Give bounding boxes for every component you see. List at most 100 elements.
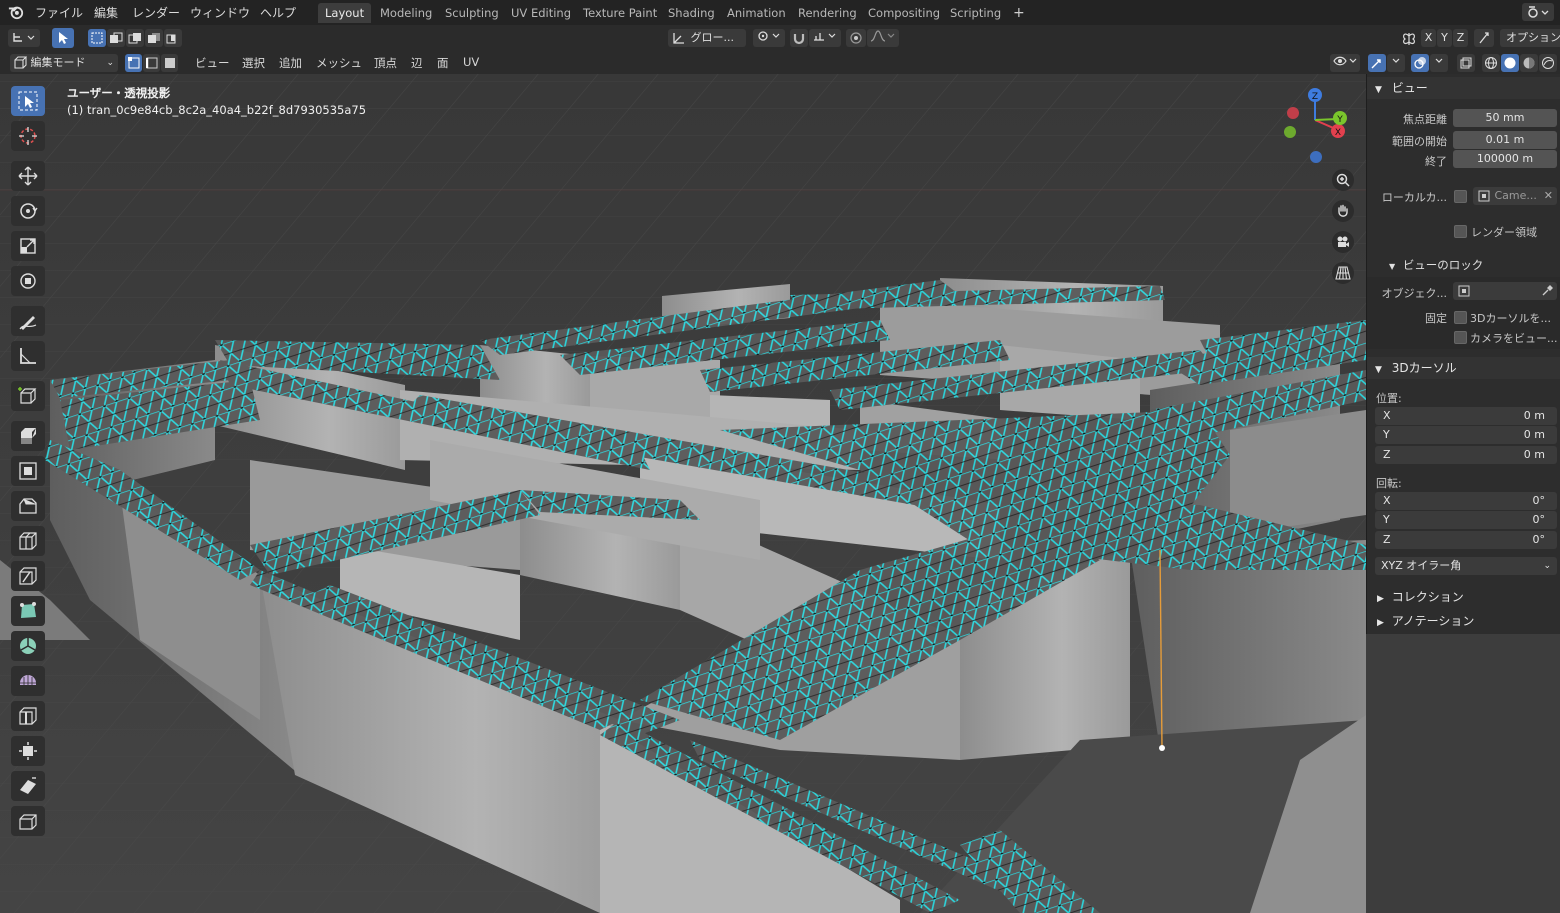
clear-icon[interactable]: ✕ <box>1544 187 1553 205</box>
cursor-rotation-y[interactable]: Y 0° <box>1375 511 1557 529</box>
menu-uv[interactable]: UV <box>463 55 479 69</box>
lock-object-field[interactable] <box>1453 282 1557 300</box>
tool-move[interactable] <box>11 161 45 191</box>
menu-view[interactable]: ビュー <box>195 55 230 71</box>
face-select-mode[interactable] <box>161 54 178 72</box>
pan-button[interactable] <box>1332 200 1354 222</box>
clip-end-field[interactable]: 100000 m <box>1453 150 1557 168</box>
tab-animation[interactable]: Animation <box>720 3 793 23</box>
tool-inset[interactable] <box>11 456 45 486</box>
camera-view-button[interactable] <box>1332 231 1354 253</box>
select-mode-extend[interactable] <box>107 29 125 47</box>
proportional-edit-toggle[interactable] <box>846 29 866 47</box>
gizmo-dropdown[interactable] <box>1387 54 1405 72</box>
add-workspace-button[interactable]: + <box>1006 3 1032 23</box>
lock-camera-checkbox[interactable] <box>1454 331 1467 344</box>
snap-target-dropdown[interactable] <box>809 29 841 47</box>
edge-select-mode[interactable] <box>143 54 160 72</box>
tab-sculpting[interactable]: Sculpting <box>438 3 506 23</box>
select-mode-difference[interactable] <box>145 29 163 47</box>
tool-edge-slide[interactable] <box>11 701 45 731</box>
tab-texture-paint[interactable]: Texture Paint <box>576 3 664 23</box>
menu-edit[interactable]: 編集 <box>94 4 118 21</box>
select-tool-mode[interactable] <box>52 28 74 48</box>
tool-transform[interactable] <box>11 266 45 296</box>
tool-cursor[interactable] <box>11 121 45 151</box>
lock-cursor-checkbox[interactable] <box>1454 311 1467 324</box>
falloff-dropdown[interactable] <box>867 29 899 47</box>
tab-modeling[interactable]: Modeling <box>373 3 439 23</box>
select-mode-new[interactable] <box>88 29 106 47</box>
mirror-z-toggle[interactable]: Z <box>1453 29 1468 47</box>
menu-add[interactable]: 追加 <box>279 55 302 71</box>
interaction-mode-dropdown[interactable]: 編集モード ⌄ <box>10 54 118 72</box>
render-region-checkbox[interactable] <box>1454 225 1467 238</box>
cursor-location-x[interactable]: X 0 m <box>1375 407 1557 425</box>
tool-annotate[interactable] <box>11 306 45 336</box>
tool-poly-build[interactable] <box>11 596 45 626</box>
menu-window[interactable]: ウィンドウ <box>190 4 250 21</box>
vertex-select-mode[interactable] <box>125 54 142 72</box>
perspective-toggle-button[interactable] <box>1332 262 1354 284</box>
tool-add-cube[interactable] <box>11 381 45 411</box>
menu-select[interactable]: 選択 <box>242 55 265 71</box>
select-mode-intersect[interactable] <box>164 29 182 47</box>
xray-toggle[interactable] <box>1457 54 1475 72</box>
tool-knife[interactable] <box>11 561 45 591</box>
tool-spin[interactable] <box>11 631 45 661</box>
section-collection-header[interactable]: ▶ コレクション <box>1367 586 1560 608</box>
tool-smooth[interactable] <box>11 666 45 696</box>
cursor-rotation-x[interactable]: X 0° <box>1375 492 1557 510</box>
rotation-mode-dropdown[interactable]: XYZ オイラー角 ⌄ <box>1375 557 1557 575</box>
menu-file[interactable]: ファイル <box>35 4 83 21</box>
mesh-scene[interactable]: Z X Y <box>0 74 1366 913</box>
tab-uv-editing[interactable]: UV Editing <box>504 3 578 23</box>
overlays-toggle[interactable] <box>1411 54 1429 72</box>
section-annotation-header[interactable]: ▶ アノテーション <box>1367 610 1560 632</box>
3d-viewport[interactable]: Z X Y ユーザー・透視投影 (1) tran_0c9e84cb_8c2a_4… <box>0 74 1366 913</box>
options-dropdown[interactable]: オプション <box>1500 29 1560 47</box>
auto-merge-toggle[interactable] <box>1474 29 1494 47</box>
tab-compositing[interactable]: Compositing <box>861 3 947 23</box>
menu-vertex[interactable]: 頂点 <box>374 55 397 71</box>
view-lock-header[interactable]: ▼ ビューのロック <box>1389 255 1483 275</box>
tab-shading[interactable]: Shading <box>661 3 722 23</box>
tool-extrude[interactable] <box>11 421 45 451</box>
blender-logo-icon[interactable] <box>8 4 24 20</box>
menu-mesh[interactable]: メッシュ <box>316 55 362 71</box>
shading-wireframe[interactable] <box>1482 54 1500 72</box>
local-camera-checkbox[interactable] <box>1454 190 1467 203</box>
pivot-point-dropdown[interactable] <box>753 29 785 47</box>
tab-rendering[interactable]: Rendering <box>791 3 864 23</box>
menu-render[interactable]: レンダー <box>132 4 180 21</box>
focal-length-field[interactable]: 50 mm <box>1453 109 1557 127</box>
overlays-dropdown[interactable] <box>1430 54 1448 72</box>
zoom-button[interactable] <box>1332 169 1354 191</box>
menu-face[interactable]: 面 <box>437 55 449 71</box>
tool-rip-region[interactable] <box>11 806 45 836</box>
tool-shrink-fatten[interactable] <box>11 736 45 766</box>
tab-scripting[interactable]: Scripting <box>943 3 1008 23</box>
snap-toggle[interactable] <box>790 29 808 47</box>
cursor-location-z[interactable]: Z 0 m <box>1375 446 1557 464</box>
transform-orientation-dropdown[interactable]: グロー... <box>668 29 746 47</box>
tool-bevel[interactable] <box>11 491 45 521</box>
transform-pivot-dropdown[interactable] <box>8 29 40 47</box>
tab-layout[interactable]: Layout <box>318 3 372 23</box>
clip-start-field[interactable]: 0.01 m <box>1453 131 1557 149</box>
cursor-rotation-z[interactable]: Z 0° <box>1375 531 1557 549</box>
visibility-dropdown[interactable] <box>1330 54 1360 72</box>
shading-material[interactable] <box>1520 54 1538 72</box>
shading-rendered[interactable] <box>1539 54 1557 72</box>
select-mode-subtract[interactable] <box>126 29 144 47</box>
tool-measure[interactable] <box>11 341 45 371</box>
cursor-location-y[interactable]: Y 0 m <box>1375 426 1557 444</box>
section-3d-cursor-header[interactable]: ▼ 3Dカーソル <box>1367 357 1560 379</box>
tool-loop-cut[interactable] <box>11 526 45 556</box>
mirror-x-toggle[interactable]: X <box>1421 29 1436 47</box>
tool-scale[interactable] <box>11 231 45 261</box>
menu-help[interactable]: ヘルプ <box>260 4 296 21</box>
menu-edge[interactable]: 辺 <box>411 55 423 71</box>
shading-solid[interactable] <box>1501 54 1519 72</box>
section-view-header[interactable]: ▼ ビュー <box>1367 77 1560 99</box>
